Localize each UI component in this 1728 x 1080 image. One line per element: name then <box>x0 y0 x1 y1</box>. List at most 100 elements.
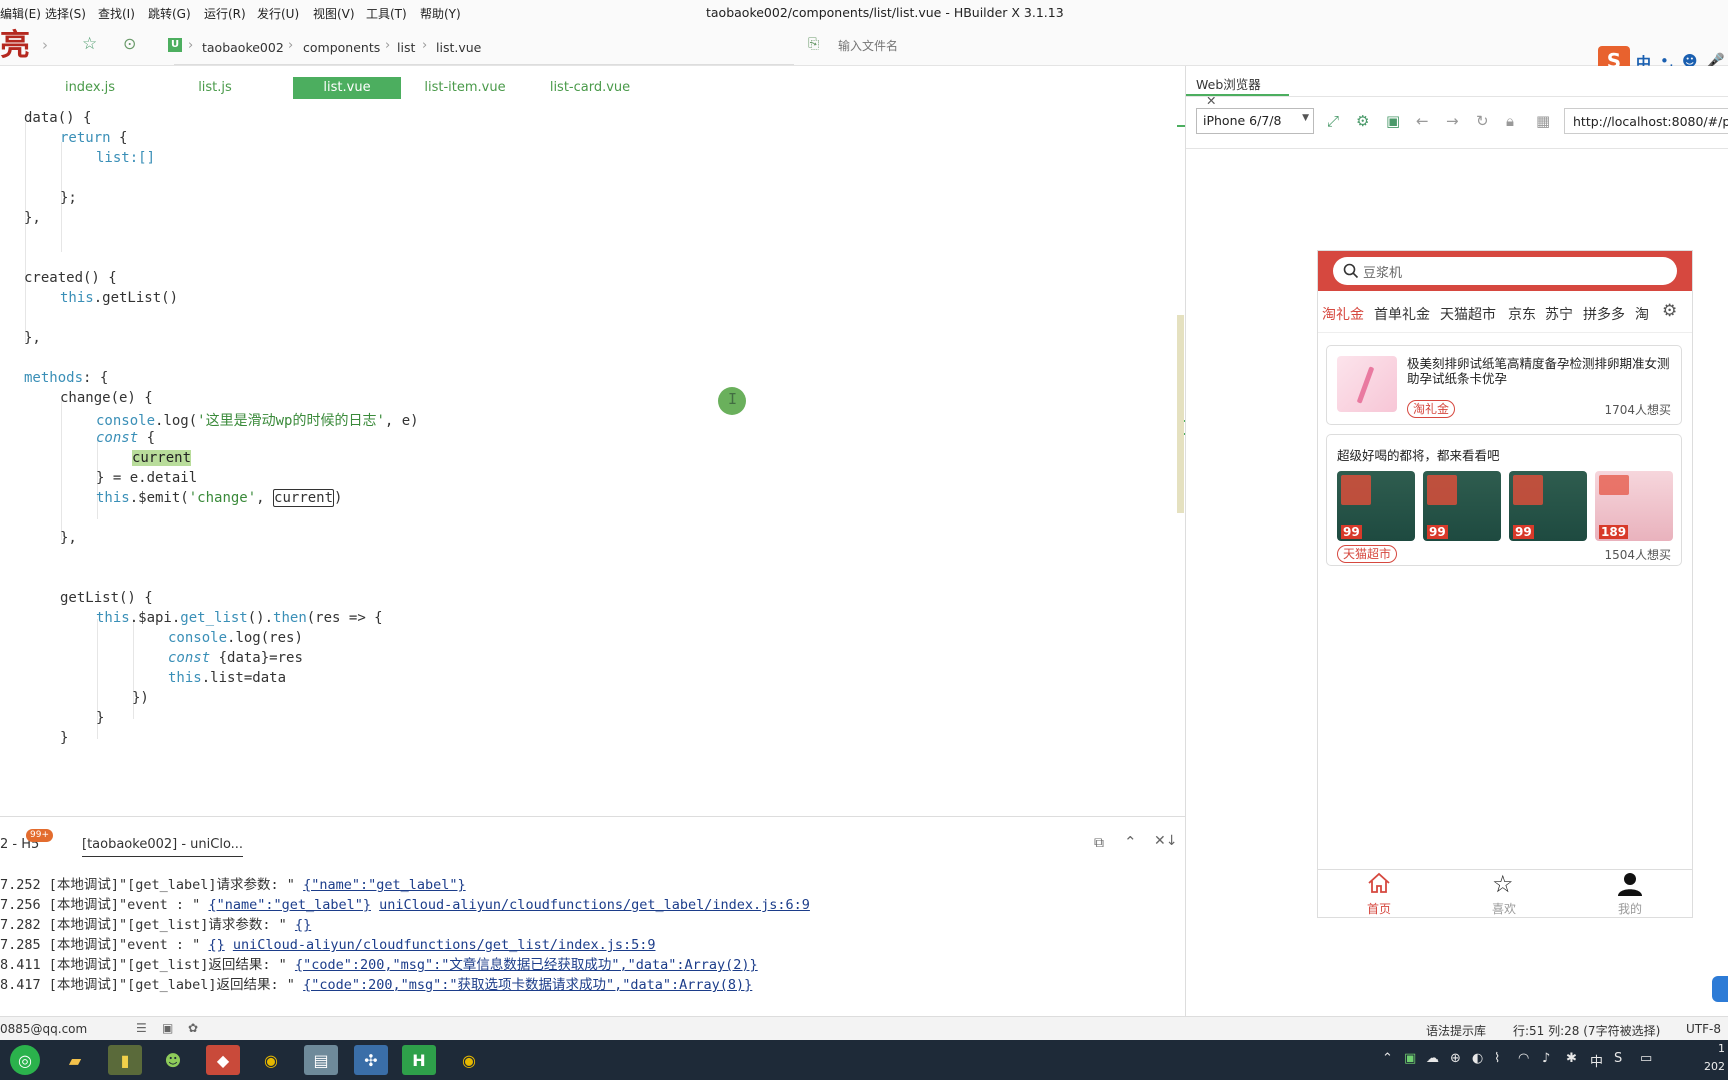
back-icon[interactable]: ← <box>1416 112 1429 130</box>
category-tab[interactable]: 苏宁 <box>1545 304 1573 324</box>
menu-publish[interactable]: 发行(U) <box>257 5 299 22</box>
card-want-count: 1704人想买 <box>1604 403 1671 417</box>
category-tab[interactable]: 首单礼金 <box>1374 304 1430 324</box>
tab-list-js[interactable]: list.js <box>165 77 265 99</box>
breadcrumb-project[interactable]: taobaoke002 <box>202 40 284 55</box>
console-line: 7.252 [本地调试]"[get_label]请求参数: " {"name":… <box>0 877 466 893</box>
device-select[interactable]: iPhone 6/7/8 ▼ <box>1196 108 1314 134</box>
list-card[interactable]: 极美刻排卵试纸笔高精度备孕检测排卵期准女测助孕试纸条卡优孕 淘礼金 1704人想… <box>1326 345 1682 425</box>
tray-sogou-icon[interactable]: S <box>1614 1051 1622 1066</box>
menu-select[interactable]: 选择(S) <box>45 5 86 22</box>
chrome-icon[interactable]: ◉ <box>254 1045 288 1075</box>
console-file-link[interactable]: uniCloud-aliyun/cloudfunctions/get_list/… <box>233 937 656 953</box>
browser-tab[interactable]: Web浏览器✕ <box>1186 66 1289 108</box>
console-object-link[interactable]: {} <box>295 917 311 933</box>
app-green-icon[interactable]: ◎ <box>10 1045 40 1075</box>
tray-speaker-icon[interactable]: ◐ <box>1472 1051 1483 1066</box>
app-ghost-icon[interactable]: ☻ <box>156 1045 190 1075</box>
star-icon[interactable]: ☆ <box>82 34 97 54</box>
menu-find[interactable]: 查找(I) <box>98 5 135 22</box>
menu-help[interactable]: 帮助(Y) <box>420 5 461 22</box>
breadcrumb-list[interactable]: list <box>397 40 415 55</box>
gear-icon[interactable]: ⚙ <box>1662 301 1677 321</box>
menu-view[interactable]: 视图(V) <box>313 5 355 22</box>
tray-network-icon[interactable]: ⌇ <box>1494 1051 1500 1066</box>
console-object-link[interactable]: {} <box>208 937 224 953</box>
taskbar: ◎ ▰ ▮ ☻ ◆ ◉ ▤ ✣ H ◉ ⌃ ▣ ☁ ⊕ ◐ ⌇ ◠ ♪ ✱ 中 … <box>0 1040 1728 1080</box>
code-line: const {data}=res <box>168 650 303 666</box>
code-editor[interactable]: index.js list.js list.vue list-item.vue … <box>0 66 1185 816</box>
file-encoding[interactable]: UTF-8 <box>1686 1022 1721 1036</box>
highlighted-occurrence: current <box>273 489 335 507</box>
breadcrumb-components[interactable]: components <box>303 40 380 55</box>
category-tab[interactable]: 天猫超市 <box>1440 304 1496 324</box>
terminal-icon[interactable]: ▣ <box>162 1021 173 1035</box>
menu-run[interactable]: 运行(R) <box>204 5 246 22</box>
qrcode-icon[interactable]: ▦ <box>1536 112 1550 130</box>
tray-wifi-icon[interactable]: ◠ <box>1518 1051 1529 1066</box>
side-float-button[interactable] <box>1712 976 1728 1002</box>
console-icon[interactable]: ▣ <box>1386 112 1400 130</box>
app-chart-icon[interactable]: ▮ <box>108 1045 142 1075</box>
tray-chat-icon[interactable]: ▭ <box>1640 1051 1652 1066</box>
tray-wechat-icon[interactable]: ☁ <box>1426 1051 1439 1066</box>
card-title: 超级好喝的都将，都来看看吧 <box>1337 448 1500 463</box>
cursor-position[interactable]: 行:51 列:28 (7字符被选择) <box>1513 1022 1660 1039</box>
refresh-icon[interactable]: ↻ <box>1476 112 1489 130</box>
forward-icon[interactable]: → <box>1446 112 1459 130</box>
chrome-icon[interactable]: ◉ <box>452 1045 486 1075</box>
lock-icon[interactable]: 🔒︎ <box>1506 112 1514 130</box>
console-object-link[interactable]: {"name":"get_label"} <box>208 897 371 913</box>
product-image: 99 <box>1423 471 1501 541</box>
category-tab[interactable]: 拼多多 <box>1583 304 1625 324</box>
account-email[interactable]: 0885@qq.com <box>0 1022 87 1036</box>
tab-index-js[interactable]: index.js <box>40 77 140 99</box>
web-browser-panel: Web浏览器✕ iPhone 6/7/8 ▼ ⤢ ⚙ ▣ ← → ↻ 🔒︎ ▦ h… <box>1185 66 1728 1016</box>
tab-list-vue[interactable]: list.vue <box>293 77 401 99</box>
tray-bluetooth-icon[interactable]: ✱ <box>1566 1051 1577 1066</box>
settings-icon[interactable]: ⚙ <box>1356 112 1369 130</box>
status-bar: 0885@qq.com ☰ ▣ ✿ 语法提示库 行:51 列:28 (7字符被选… <box>0 1016 1728 1040</box>
category-tab[interactable]: 淘 <box>1635 304 1653 324</box>
tray-volume-icon[interactable]: ♪ <box>1542 1051 1550 1066</box>
run-icon[interactable]: ⊙ <box>123 34 136 53</box>
clear-console-icon[interactable]: ✕↓ <box>1154 833 1177 849</box>
category-tab[interactable]: 淘礼金 <box>1322 304 1364 324</box>
category-tab[interactable]: 京东 <box>1508 304 1536 324</box>
file-search-input[interactable] <box>802 34 1002 58</box>
clock-time[interactable]: 1 <box>1718 1042 1725 1055</box>
rotate-icon[interactable]: ⤢ <box>1327 112 1339 130</box>
app-cluster-icon[interactable]: ✣ <box>354 1045 388 1075</box>
console-tab-unicloud[interactable]: [taobaoke002] - uniClo... <box>82 837 244 857</box>
open-external-icon[interactable]: ⧉ <box>1094 835 1104 851</box>
search-bar[interactable]: 豆浆机 <box>1333 257 1677 285</box>
list-card[interactable]: 超级好喝的都将，都来看看吧 99 99 99 189 天猫超市 1504人想买 <box>1326 434 1682 566</box>
list-icon[interactable]: ☰ <box>136 1021 147 1035</box>
console-object-link[interactable]: {"code":200,"msg":"获取选项卡数据请求成功","data":A… <box>303 977 752 993</box>
breadcrumb-file[interactable]: list.vue <box>436 40 481 55</box>
tray-ime[interactable]: 中 <box>1590 1051 1603 1070</box>
console-file-link[interactable]: uniCloud-aliyun/cloudfunctions/get_label… <box>379 897 810 913</box>
menu-tools[interactable]: 工具(T) <box>366 5 407 22</box>
menu-bar: 编辑(E) 选择(S) 查找(I) 跳转(G) 运行(R) 发行(U) 视图(V… <box>0 0 1728 26</box>
tray-app-icon[interactable]: ▣ <box>1404 1051 1416 1066</box>
tab-list-item-vue[interactable]: list-item.vue <box>415 77 515 99</box>
menu-goto[interactable]: 跳转(G) <box>148 5 191 22</box>
folder-icon[interactable]: ▰ <box>58 1045 92 1075</box>
collapse-up-icon[interactable]: ⌃ <box>1124 833 1137 851</box>
hbuilder-icon[interactable]: H <box>402 1045 436 1075</box>
chevron-right-icon[interactable]: › <box>42 36 48 54</box>
editor-scrollbar[interactable] <box>1177 315 1184 513</box>
console-object-link[interactable]: {"code":200,"msg":"文章信息数据已经获取成功","data":… <box>295 957 758 973</box>
syntax-hint[interactable]: 语法提示库 <box>1426 1022 1486 1039</box>
tray-mic-icon[interactable]: ⊕ <box>1450 1051 1461 1066</box>
logo: 亮 <box>0 28 30 63</box>
app-doc-icon[interactable]: ▤ <box>304 1045 338 1075</box>
clock-date[interactable]: 202 <box>1704 1060 1725 1073</box>
url-input[interactable]: http://localhost:8080/#/pag <box>1564 108 1728 134</box>
tray-expand-icon[interactable]: ⌃ <box>1382 1051 1393 1066</box>
app-red-icon[interactable]: ◆ <box>206 1045 240 1075</box>
console-object-link[interactable]: {"name":"get_label"} <box>303 877 466 893</box>
theme-icon[interactable]: ✿ <box>188 1021 198 1035</box>
tab-list-card-vue[interactable]: list-card.vue <box>540 77 640 99</box>
